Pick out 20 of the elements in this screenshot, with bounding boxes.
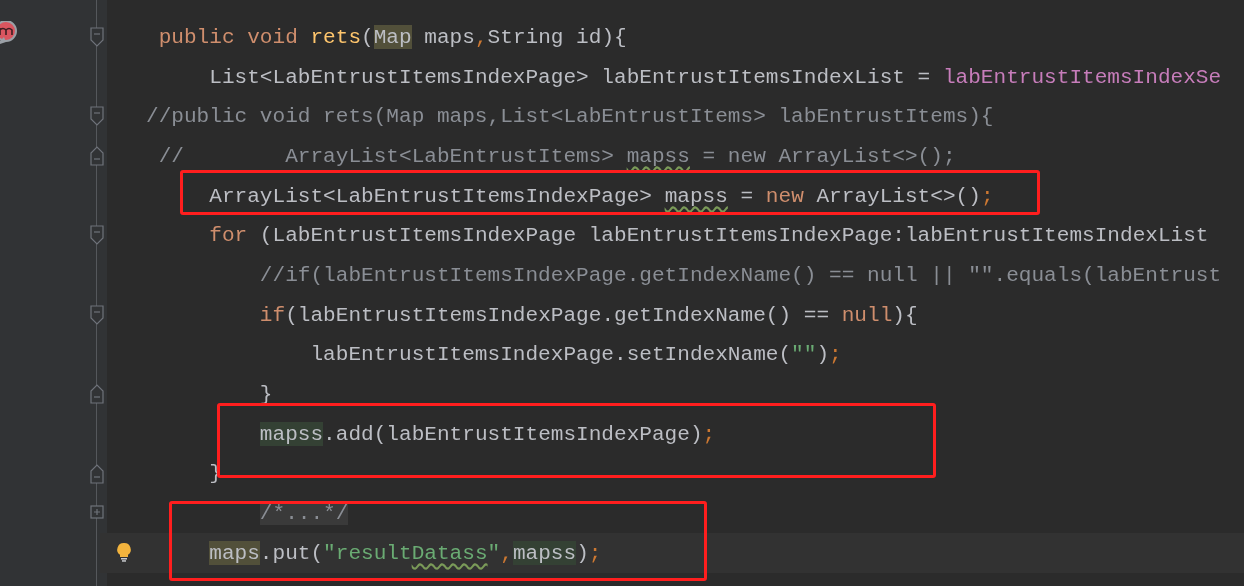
- code-line: if(labEntrustItemsIndexPage.getIndexName() == null){: [258, 301, 918, 329]
- collapse-icon[interactable]: [90, 462, 104, 485]
- lightbulb-icon[interactable]: [116, 541, 132, 562]
- collapse-icon[interactable]: [90, 383, 104, 406]
- method-icon[interactable]: [0, 21, 18, 47]
- code-line: for (LabEntrustItemsIndexPage labEntrustItemsIndexPage:labEntrustItemsIndexList: [208, 222, 1209, 250]
- collapse-icon[interactable]: [90, 145, 104, 168]
- code-line: ArrayList<LabEntrustItemsIndexPage> mapss = new ArrayList<>();: [208, 182, 994, 210]
- code-line: List<LabEntrustItemsIndexPage> labEntrustItemsIndexList = labEntrustItemsIndexSe: [208, 63, 1222, 91]
- code-line: maps.put("resultDatass",mapss);: [208, 539, 602, 567]
- code-line: //public void rets(Map maps,List<LabEntrustItems> labEntrustItems){: [146, 103, 994, 131]
- collapse-icon[interactable]: [90, 303, 104, 326]
- collapse-icon[interactable]: [90, 224, 104, 247]
- collapse-icon[interactable]: [90, 26, 104, 48]
- code-line: public void rets(Map maps,String id){: [157, 23, 627, 51]
- code-line: // ArrayList<LabEntrustItems> mapss = new ArrayList<>();: [157, 142, 956, 170]
- collapse-icon[interactable]: [90, 105, 104, 128]
- code-line: mapss.add(labEntrustItemsIndexPage);: [258, 420, 716, 448]
- code-line: labEntrustItemsIndexPage.setIndexName("");: [309, 341, 842, 369]
- code-line: //if(labEntrustItemsIndexPage.getIndexName() == null || "".equals(labEntrust: [258, 261, 1222, 289]
